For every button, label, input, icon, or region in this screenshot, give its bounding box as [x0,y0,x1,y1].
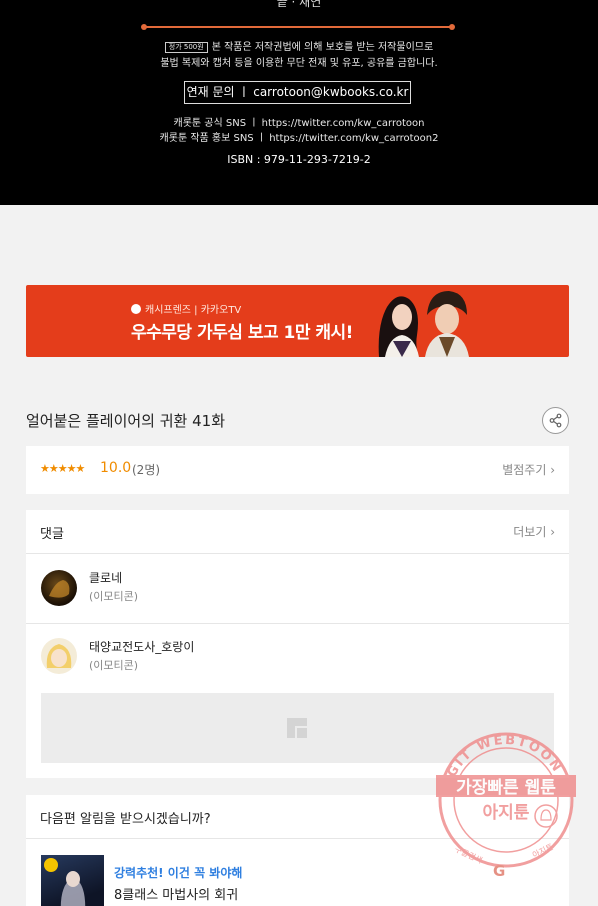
comment-text: (이모티콘) [89,590,139,603]
comment-author: 클로네 [89,571,123,585]
price-tag: 정가 500원 [164,42,208,53]
comments-header: 댓글 더보기 › [26,510,569,554]
rate-button[interactable]: 별점주기 › [502,461,555,478]
comment-text: (이모티콘) [89,659,139,672]
copyright-notice: 정가 500원 본 작품은 저작권법에 의해 보호를 받는 저작물이므로 불법 복… [0,40,598,72]
banner-characters-image [378,291,469,357]
avatar[interactable] [41,570,77,606]
cashfriends-logo-icon [131,304,141,314]
comment-item: 클로네 (이모티콘) [26,554,569,624]
contact-box: 연재 문의 ㅣ carrotoon@kwbooks.co.kr [184,81,411,104]
end-text: 끝 · 재연 [276,0,322,9]
promo-banner[interactable]: 캐시프렌즈 | 카카오TV 우수무당 가두심 보고 1만 캐시! [26,285,569,357]
banner-brand: 캐시프렌즈 | 카카오TV [131,301,241,316]
notice-line-2: 불법 복제와 캡처 등을 이용한 무단 전재 및 유포, 공유를 금합니다. [160,58,438,69]
avatar[interactable] [41,638,77,674]
comments-title: 댓글 [40,527,64,542]
share-icon [549,413,562,428]
recommendation-tag: 강력추천! 이건 꼭 봐야해 [114,866,243,880]
svg-text:가장빠른 웹툰: 가장빠른 웹툰 [456,778,556,798]
comment-author: 태양교전도사_호랑이 [89,640,195,654]
sns-info: 캐롯툰 공식 SNS ㅣ https://twitter.com/kw_carr… [0,116,598,146]
decorative-divider [141,24,455,30]
notice-line-1: 본 작품은 저작권법에 의해 보호를 받는 저작물이므로 [211,42,434,53]
sns-line-1: 캐롯툰 공식 SNS ㅣ https://twitter.com/kw_carr… [173,118,425,129]
clock-icon [44,858,58,872]
publisher-footer: 끝 · 재연 정가 500원 본 작품은 저작권법에 의해 보호를 받는 저작물이… [0,0,598,205]
rating-count: (2명) [132,463,161,477]
isbn: ISBN : 979-11-293-7219-2 [227,153,371,166]
recommendation-thumbnail[interactable] [41,855,104,906]
sns-line-2: 캐롯툰 작품 홍보 SNS ㅣ https://twitter.com/kw_c… [159,133,439,144]
svg-text:아지툰: 아지툰 [483,803,530,823]
agit-webtoon-watermark: AGIT WEBTOON 가장빠른 웹툰 아지툰 구글검색 아지툰 G [436,732,576,880]
share-button[interactable] [542,407,569,434]
recommendation-title[interactable]: 8클래스 마법사의 회귀 [114,884,238,903]
star-rating-icon: ★★★★★ [40,462,85,475]
episode-title: 얼어붙은 플레이어의 귀환 41화 [26,412,225,430]
comments-more-button[interactable]: 더보기 › [513,523,555,540]
rating-card: ★★★★★ 10.0 (2명) 별점주기 › [26,446,569,494]
svg-text:구글검색: 구글검색 [453,844,484,866]
svg-text:G: G [493,862,505,880]
rating-score: 10.0 [100,460,132,476]
banner-headline: 우수무당 가두심 보고 1만 캐시! [131,323,353,343]
notify-question: 다음편 알림을 받으시겠습니까? [40,812,211,827]
emoticon-placeholder-icon [287,718,307,738]
